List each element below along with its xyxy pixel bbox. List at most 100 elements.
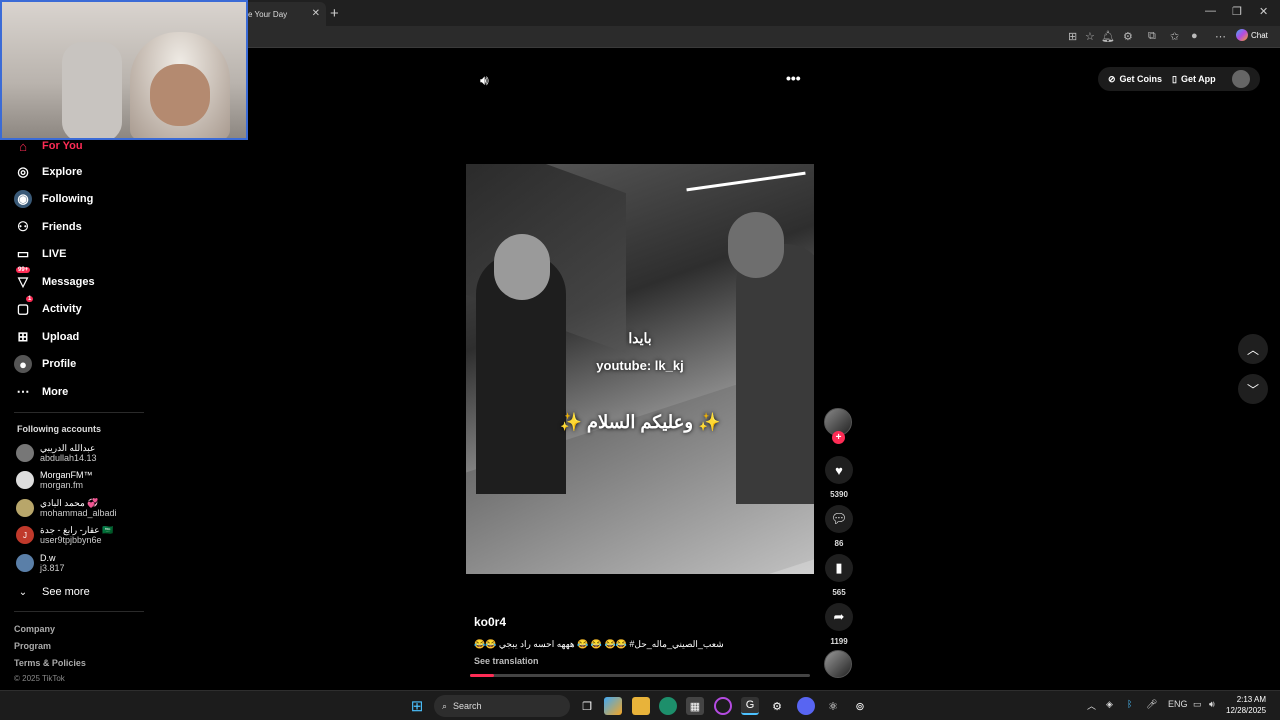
network-icon[interactable]: ▭ xyxy=(1193,699,1202,710)
collections-icon[interactable]: ⧉ xyxy=(1148,30,1156,43)
language-indicator[interactable]: ENG xyxy=(1168,699,1188,709)
volume-tray-icon[interactable]: 🔊︎ xyxy=(1209,699,1215,710)
windows-taskbar: ⊞ ⌕ Search ❐ ▦ G ⚙ ⚛ ⊚ ︿ ◈ ᛒ 🎤︎ ENG ▭ 🔊︎… xyxy=(0,690,1280,720)
previous-video-button[interactable]: ︿ xyxy=(1238,334,1268,364)
see-more-button[interactable]: ⌄ See more xyxy=(14,583,90,601)
account-item[interactable]: محمد البادي 💞 mohammad_albadi xyxy=(16,498,117,518)
clock-date: 12/28/2025 xyxy=(1226,706,1267,715)
account-name: MorganFM™ xyxy=(40,470,93,480)
copilot-chat-button[interactable]: Chat xyxy=(1236,29,1268,41)
opera-icon[interactable] xyxy=(714,697,732,715)
footer-program-link[interactable]: Program xyxy=(14,641,51,651)
video-caption-overlay: ✨ وعليكم السلام ✨ xyxy=(559,412,721,432)
account-username: abdullah14.13 xyxy=(40,453,97,463)
like-button[interactable]: ♥ 5390 xyxy=(824,456,854,499)
account-item[interactable]: MorganFM™ morgan.fm xyxy=(16,470,93,490)
live-icon: ▭ xyxy=(16,246,30,261)
footer-terms-link[interactable]: Terms & Policies xyxy=(14,658,86,668)
account-item[interactable]: عبدالله الدريبي abdullah14.13 xyxy=(16,443,97,463)
sidebar-item-live[interactable]: ▭ LIVE xyxy=(14,245,67,263)
get-app-label: Get App xyxy=(1180,74,1216,84)
follow-plus-icon[interactable]: + xyxy=(832,431,845,444)
get-app-button[interactable]: ▯ Get App xyxy=(1164,68,1224,90)
tray-chevron-icon[interactable]: ︿ xyxy=(1087,699,1096,712)
store-icon[interactable]: ▦ xyxy=(686,697,704,715)
tray-app-icon[interactable]: ◈ xyxy=(1106,699,1113,710)
sidebar-item-upload[interactable]: ⊞ Upload xyxy=(14,328,80,346)
heart-icon: ♥ xyxy=(825,456,853,484)
account-username: mohammad_albadi xyxy=(40,508,117,518)
browser-tab[interactable]: ke Your Day ✕ xyxy=(236,2,326,26)
app-g-icon[interactable]: G xyxy=(741,697,759,715)
sidebar-item-for-you[interactable]: ⌂ For You xyxy=(14,137,82,155)
account-item[interactable]: J عقار- رابغ - جدة 🇸🇦 user9tpjbbyn6e xyxy=(16,525,113,545)
bookmark-icon: ▮ xyxy=(825,554,853,582)
video-author[interactable]: ko0r4 xyxy=(474,615,506,629)
app-gamepad-icon[interactable]: ⊚ xyxy=(851,697,869,715)
favorite-icon[interactable]: ☆ xyxy=(1085,30,1095,43)
account-username: j3.817 xyxy=(40,563,65,573)
edge-icon[interactable] xyxy=(659,697,677,715)
bluetooth-icon[interactable]: ᛒ xyxy=(1127,699,1132,709)
search-label: Search xyxy=(453,701,482,711)
taskbar-search[interactable]: ⌕ Search xyxy=(434,695,570,717)
task-view-icon[interactable]: ❐ xyxy=(578,697,596,715)
save-button[interactable]: ▮ 565 xyxy=(824,554,854,597)
volume-icon[interactable]: 🔊︎ xyxy=(480,72,489,89)
notification-icon[interactable]: 🔔︎ xyxy=(1101,30,1115,43)
sidebar-item-more[interactable]: ⋯ More xyxy=(14,383,69,401)
close-window-icon[interactable]: ✕ xyxy=(1259,5,1268,18)
account-name: D.w xyxy=(40,553,56,563)
next-video-button[interactable]: ﹀ xyxy=(1238,374,1268,404)
copilot-taskbar-icon[interactable] xyxy=(604,697,622,715)
app-icon[interactable]: ⚛ xyxy=(824,697,842,715)
sidebar-item-label: Upload xyxy=(42,331,80,343)
compass-icon: ◎ xyxy=(17,164,29,179)
activity-icon: ▢ 1 xyxy=(16,296,34,316)
save-count: 565 xyxy=(832,588,846,597)
steam-icon[interactable]: ⚙ xyxy=(768,697,786,715)
account-item[interactable]: D.w j3.817 xyxy=(16,553,65,573)
split-view-icon[interactable]: ⊞ xyxy=(1068,30,1077,43)
see-translation-link[interactable]: See translation xyxy=(474,656,539,666)
comment-button[interactable]: 💬︎ 86 xyxy=(824,505,854,548)
video-person-right xyxy=(736,244,814,504)
close-tab-icon[interactable]: ✕ xyxy=(312,8,320,19)
more-options-icon[interactable]: ••• xyxy=(786,70,801,86)
start-icon[interactable]: ⊞ xyxy=(408,697,426,715)
account-username: morgan.fm xyxy=(40,480,84,490)
maximize-icon[interactable]: ❐ xyxy=(1232,5,1242,18)
extensions-icon[interactable]: ⚙ xyxy=(1123,30,1133,43)
video-progress-bar[interactable] xyxy=(470,674,810,677)
browser-profile-icon[interactable]: ● xyxy=(1191,30,1198,42)
get-coins-button[interactable]: ⊘ Get Coins xyxy=(1100,68,1170,90)
browser-menu-icon[interactable]: ⋯ xyxy=(1215,30,1226,43)
footer-company-link[interactable]: Company xyxy=(14,624,55,634)
sidebar-item-activity[interactable]: ▢ 1 Activity xyxy=(14,296,82,318)
discord-icon[interactable] xyxy=(797,697,815,715)
sidebar-item-profile[interactable]: ● Profile xyxy=(14,355,76,373)
user-avatar[interactable] xyxy=(1232,70,1250,88)
share-button[interactable]: ➦ 1199 xyxy=(824,603,854,646)
account-name: عقار- رابغ - جدة 🇸🇦 xyxy=(40,525,114,535)
minimize-icon[interactable]: — xyxy=(1205,5,1216,17)
sidebar-item-messages[interactable]: ▽ 99+ Messages xyxy=(14,267,95,291)
activity-badge: 1 xyxy=(26,296,34,302)
sidebar-item-label: Messages xyxy=(42,276,95,288)
file-explorer-icon[interactable] xyxy=(632,697,650,715)
favorites-bar-icon[interactable]: ✩ xyxy=(1170,30,1179,43)
chair xyxy=(62,42,122,138)
share-count: 1199 xyxy=(830,637,848,646)
webcam-overlay xyxy=(0,0,248,140)
microphone-icon[interactable]: 🎤︎ xyxy=(1146,699,1157,710)
sidebar-item-explore[interactable]: ◎ Explore xyxy=(14,163,82,181)
new-tab-button[interactable]: + xyxy=(330,5,339,22)
sidebar-item-following[interactable]: ◉ Following xyxy=(14,190,93,208)
divider xyxy=(14,611,144,612)
music-disc-avatar[interactable] xyxy=(824,650,852,678)
video-player[interactable]: بايدا youtube: lk_kj ✨ وعليكم السلام ✨ xyxy=(466,164,814,574)
video-person-left-head xyxy=(494,234,550,300)
more-icon: ⋯ xyxy=(16,384,30,399)
sidebar-item-friends[interactable]: ⚇ Friends xyxy=(14,218,82,236)
clock[interactable]: 2:13 AM 12/28/2025 xyxy=(1226,694,1266,716)
